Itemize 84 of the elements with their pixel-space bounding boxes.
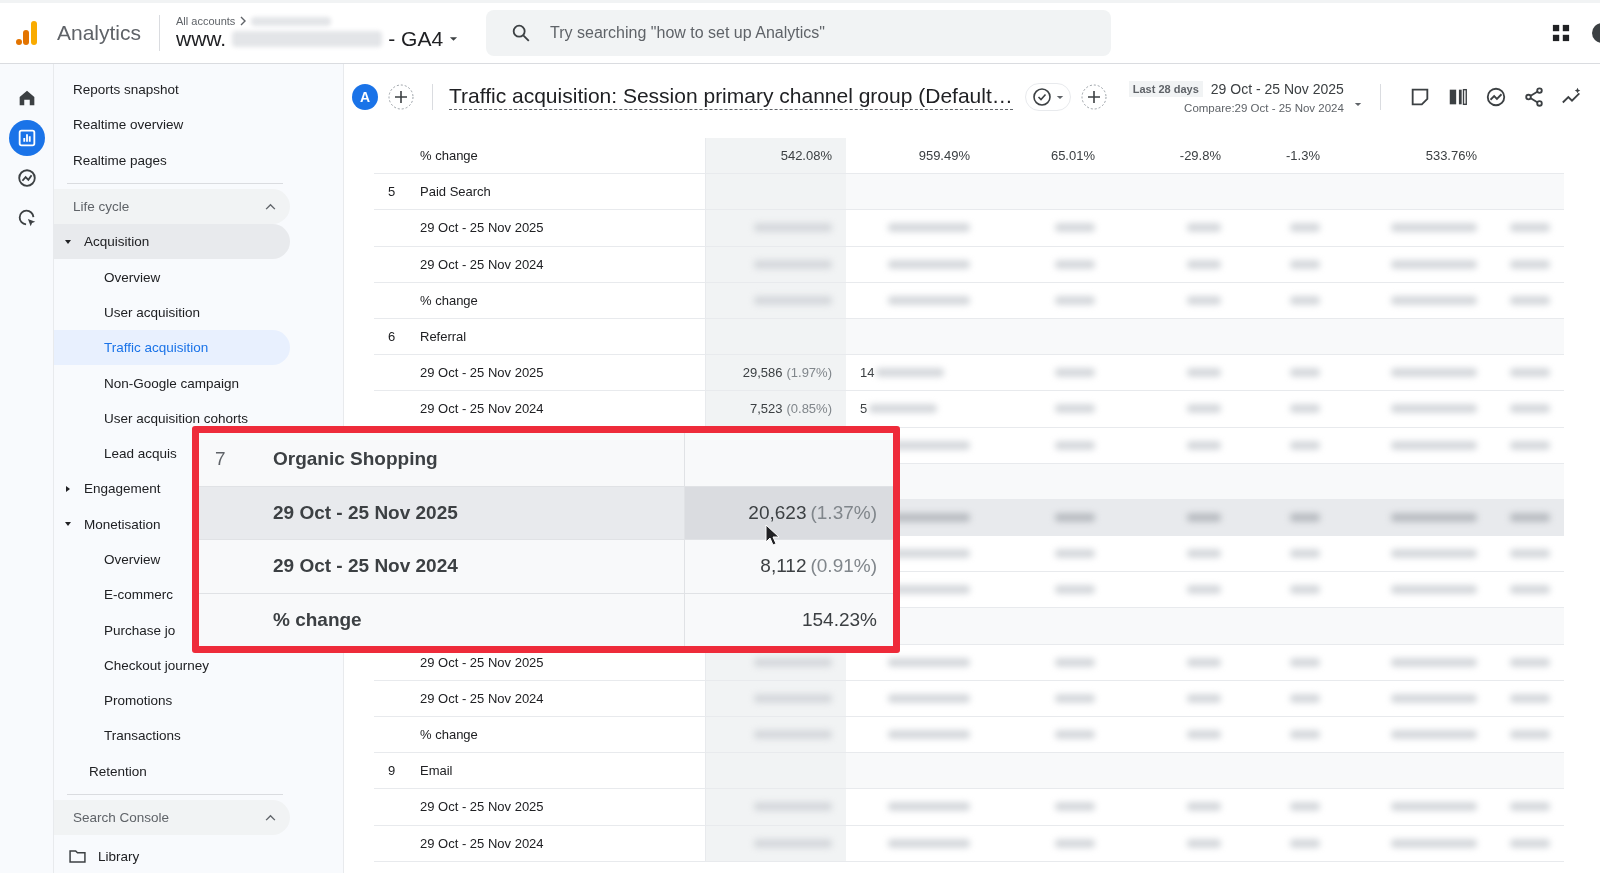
table-cell: 542.08% bbox=[780, 148, 832, 164]
row-label: Email bbox=[420, 763, 453, 779]
table-cell: 5 bbox=[860, 401, 868, 417]
nav-item[interactable]: Traffic acquisition bbox=[54, 330, 290, 366]
chevron-right-icon bbox=[239, 16, 248, 26]
row-label: 29 Oct - 25 Nov 2024 bbox=[420, 256, 544, 272]
row-label: Referral bbox=[420, 329, 467, 345]
row-number: 6 bbox=[388, 329, 396, 345]
table-cell: 14 bbox=[860, 365, 875, 381]
apps-grid-icon[interactable] bbox=[1552, 24, 1570, 42]
nav-topic[interactable]: Acquisition bbox=[54, 224, 290, 260]
section-header[interactable]: Search Console bbox=[54, 799, 290, 836]
search-field[interactable]: Try searching "how to set up Analytics" bbox=[486, 10, 1112, 56]
help-icon[interactable] bbox=[1590, 21, 1600, 45]
table-cell: 8,112 (0.91%) bbox=[760, 555, 877, 578]
row-label: 29 Oct - 25 Nov 2025 bbox=[420, 220, 544, 236]
table-cell: 29,586 (1.97%) bbox=[742, 365, 832, 381]
nav-item[interactable]: Purchase jo bbox=[104, 612, 179, 648]
property-selector[interactable]: www. - GA4 bbox=[176, 27, 477, 51]
folder-icon bbox=[69, 850, 86, 864]
row-number: 9 bbox=[388, 763, 396, 779]
analytics-logo-icon bbox=[15, 20, 39, 46]
row-label: % change bbox=[420, 292, 478, 308]
nav-item[interactable]: Promotions bbox=[104, 683, 176, 719]
caret-down-icon[interactable] bbox=[1353, 101, 1362, 107]
table-cell: 65.01% bbox=[1050, 148, 1095, 164]
row-label: Organic Shopping bbox=[273, 448, 438, 471]
nav-item[interactable]: Checkout journey bbox=[104, 647, 213, 684]
nav-topic[interactable]: Monetisation bbox=[64, 506, 164, 542]
section-header[interactable]: Life cycle bbox=[54, 188, 290, 225]
check-circle-icon bbox=[1031, 87, 1052, 107]
nav-item[interactable]: Transactions bbox=[104, 718, 184, 754]
nav-link[interactable]: Realtime overview bbox=[73, 107, 187, 143]
table-cell: -29.8% bbox=[1179, 148, 1221, 164]
chevron-icon bbox=[265, 814, 276, 822]
caret-down-icon bbox=[1055, 94, 1064, 100]
table-cell: 7,523 (0.85%) bbox=[749, 401, 832, 417]
nav-item[interactable]: User acquisition cohorts bbox=[104, 400, 252, 436]
cursor-icon bbox=[765, 524, 779, 546]
table-cell: 533.76% bbox=[1425, 148, 1477, 164]
add-comparison-icon[interactable] bbox=[388, 84, 414, 110]
row-number: 7 bbox=[215, 448, 226, 471]
date-range-picker[interactable]: Last 28 days 29 Oct - 25 Nov 2025 Compare:29 Oct - 25 Nov 2024 bbox=[1128, 80, 1344, 114]
library-link[interactable]: Library bbox=[69, 839, 143, 873]
row-label: 29 Oct - 25 Nov 2024 bbox=[273, 555, 458, 578]
nav-item[interactable]: E-commerc bbox=[104, 577, 176, 613]
row-label: 29 Oct - 25 Nov 2024 bbox=[420, 401, 544, 417]
nav-item[interactable]: User acquisition bbox=[104, 294, 204, 331]
table-cell: 154.23% bbox=[802, 608, 877, 631]
caret-icon bbox=[64, 484, 72, 493]
nav-item[interactable]: Lead acquis bbox=[104, 435, 180, 472]
add-icon[interactable] bbox=[1080, 84, 1107, 110]
row-label: % change bbox=[273, 608, 362, 631]
row-label: 29 Oct - 25 Nov 2025 bbox=[420, 654, 544, 670]
nav-item[interactable]: Overview bbox=[104, 259, 164, 295]
row-label: 29 Oct - 25 Nov 2024 bbox=[420, 835, 544, 851]
insights-icon[interactable] bbox=[1484, 86, 1507, 108]
row-label: 29 Oct - 25 Nov 2025 bbox=[273, 501, 458, 524]
share-icon[interactable] bbox=[1522, 86, 1545, 108]
nav-link[interactable]: Reports snapshot bbox=[73, 72, 182, 108]
row-label: % change bbox=[420, 148, 478, 164]
product-name: Analytics bbox=[57, 21, 142, 45]
nav-link[interactable]: Realtime pages bbox=[73, 142, 170, 178]
comparison-avatar[interactable]: A bbox=[352, 84, 378, 110]
caret-icon bbox=[64, 237, 72, 246]
row-number: 5 bbox=[388, 184, 396, 200]
nav-link[interactable]: Retention bbox=[89, 753, 150, 789]
row-label: % change bbox=[420, 727, 478, 743]
row-label: 29 Oct - 25 Nov 2025 bbox=[420, 799, 544, 815]
nav-topic[interactable]: Engagement bbox=[64, 471, 164, 507]
table-cell: -1.3% bbox=[1286, 148, 1320, 164]
report-title: Traffic acquisition: Session primary channel group (Default… bbox=[449, 84, 1013, 110]
nav-item[interactable]: Overview bbox=[104, 541, 164, 578]
rail-button[interactable] bbox=[8, 120, 45, 156]
table-cell: 20,623 (1.37%) bbox=[748, 501, 877, 524]
table-cell: 959.49% bbox=[918, 148, 970, 164]
trend-circle-icon bbox=[15, 167, 38, 189]
caret-down-icon bbox=[449, 36, 459, 42]
row-label: Paid Search bbox=[420, 184, 491, 200]
breadcrumb-link[interactable]: All accounts bbox=[176, 15, 236, 27]
chevron-icon bbox=[265, 203, 276, 211]
row-label: 29 Oct - 25 Nov 2024 bbox=[420, 690, 544, 706]
nav-item[interactable]: Non-Google campaign bbox=[104, 365, 243, 401]
row-label: 29 Oct - 25 Nov 2025 bbox=[420, 365, 544, 381]
